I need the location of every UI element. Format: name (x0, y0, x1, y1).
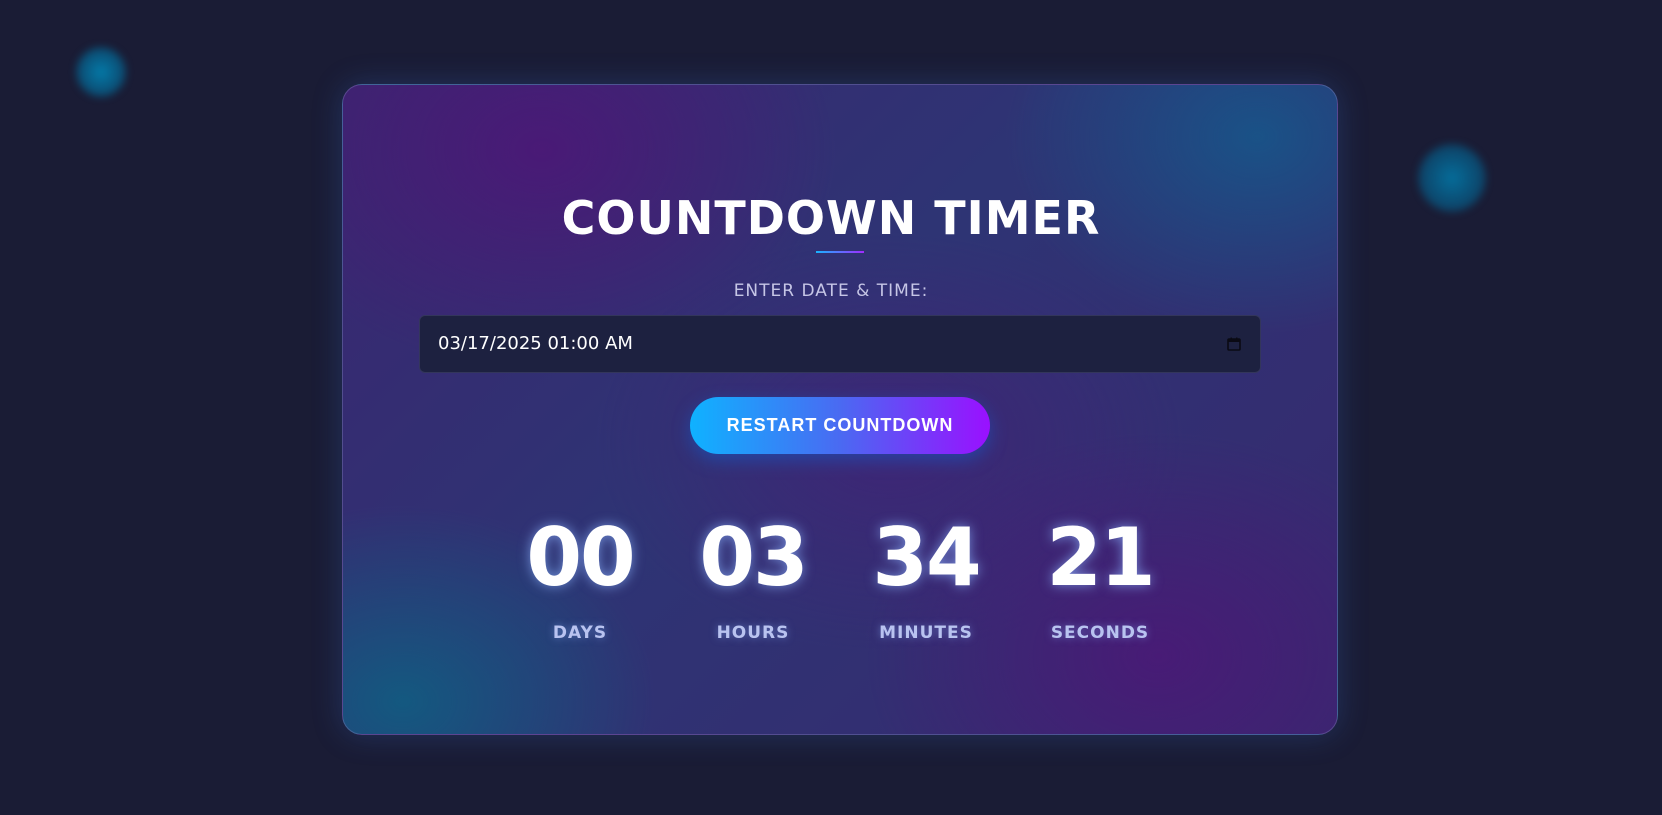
countdown-minutes: 34 MINUTES (846, 508, 1006, 644)
minutes-label: MINUTES (879, 623, 973, 643)
countdown-days: 00 DAYS (500, 508, 660, 644)
date-time-input[interactable]: 03/17/2025 01:00 AM (419, 315, 1261, 373)
hours-label: HOURS (716, 623, 790, 643)
seconds-value: 21 (1046, 511, 1155, 604)
calendar-icon[interactable] (1226, 336, 1242, 352)
date-time-label: ENTER DATE & TIME: (733, 281, 929, 301)
countdown-seconds: 21 SECONDS (1020, 508, 1180, 644)
days-label: DAYS (552, 623, 608, 643)
days-value: 00 (526, 511, 635, 604)
page-background: COUNTDOWN TIMER ENTER DATE & TIME: 03/17… (0, 0, 1662, 815)
title-underline (816, 251, 864, 253)
decorative-orb (76, 47, 126, 97)
restart-countdown-button[interactable]: RESTART COUNTDOWN (690, 397, 990, 454)
minutes-value: 34 (872, 511, 981, 604)
page-title: COUNTDOWN TIMER (561, 191, 1101, 245)
seconds-label: SECONDS (1050, 623, 1150, 643)
countdown-hours: 03 HOURS (673, 508, 833, 644)
date-time-value[interactable]: 03/17/2025 01:00 AM (438, 332, 1226, 356)
hours-value: 03 (699, 511, 808, 604)
